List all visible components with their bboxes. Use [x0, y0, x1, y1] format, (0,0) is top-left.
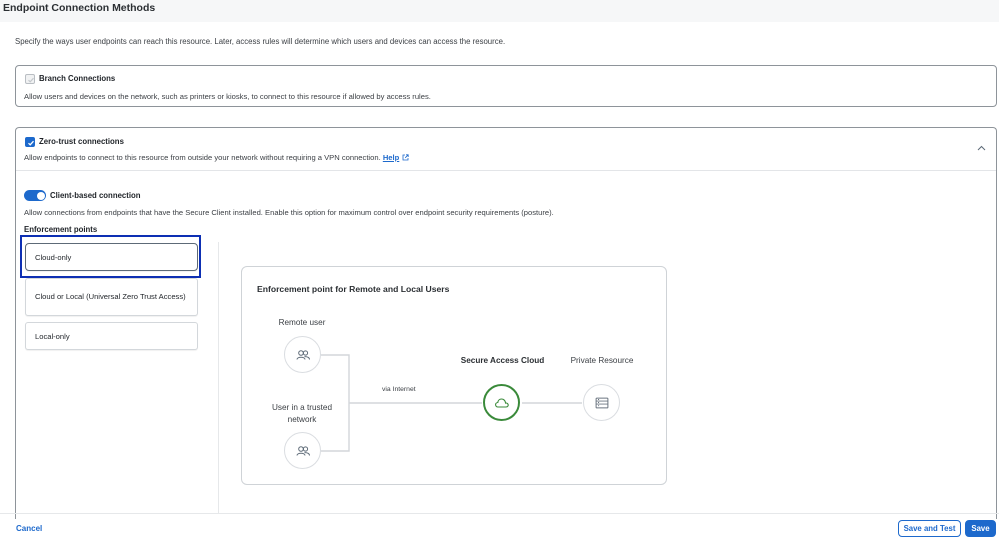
help-link[interactable]: Help: [383, 153, 399, 162]
branch-connections-card: Branch Connections Allow users and devic…: [15, 65, 997, 107]
zero-trust-description: Allow endpoints to connect to this resou…: [24, 153, 381, 162]
client-based-title: Client-based connection: [50, 191, 141, 200]
zero-trust-title: Zero-trust connections: [39, 137, 124, 146]
branch-connections-description: Allow users and devices on the network, …: [24, 92, 431, 101]
cancel-button[interactable]: Cancel: [16, 524, 42, 533]
enforcement-diagram: Enforcement point for Remote and Local U…: [241, 266, 667, 485]
private-resource-node: [583, 384, 620, 421]
toggle-knob: [36, 191, 45, 200]
page-header: Endpoint Connection Methods: [0, 0, 999, 22]
section-divider: [16, 170, 996, 171]
client-based-description: Allow connections from endpoints that ha…: [24, 208, 554, 217]
vertical-divider: [218, 242, 219, 514]
intro-text: Specify the ways user endpoints can reac…: [15, 37, 506, 46]
remote-user-label: Remote user: [278, 318, 326, 327]
zero-trust-description-row: Allow endpoints to connect to this resou…: [24, 153, 409, 163]
branch-connections-checkbox[interactable]: [25, 74, 35, 84]
external-link-icon: [402, 154, 409, 163]
enforcement-option-cloud-or-local[interactable]: Cloud or Local (Universal Zero Trust Acc…: [25, 278, 198, 316]
selection-highlight: [20, 235, 201, 278]
page-title: Endpoint Connection Methods: [3, 2, 156, 14]
client-based-toggle[interactable]: [24, 190, 46, 201]
zero-trust-checkbox[interactable]: [25, 137, 35, 147]
footer-divider: [0, 513, 999, 514]
private-resource-label: Private Resource: [570, 356, 634, 365]
trusted-user-node: [284, 432, 321, 469]
save-and-test-button[interactable]: Save and Test: [898, 520, 961, 537]
save-button[interactable]: Save: [965, 520, 996, 537]
branch-connections-title: Branch Connections: [39, 74, 116, 83]
chevron-up-icon[interactable]: [977, 144, 986, 153]
trusted-user-label: User in a trusted network: [271, 403, 333, 424]
enforcement-points-label: Enforcement points: [24, 225, 98, 234]
secure-access-cloud-label: Secure Access Cloud: [460, 356, 545, 365]
enforcement-option-local-only[interactable]: Local-only: [25, 322, 198, 350]
remote-user-node: [284, 336, 321, 373]
secure-access-cloud-node: [483, 384, 520, 421]
via-internet-label: via Internet: [382, 386, 416, 393]
